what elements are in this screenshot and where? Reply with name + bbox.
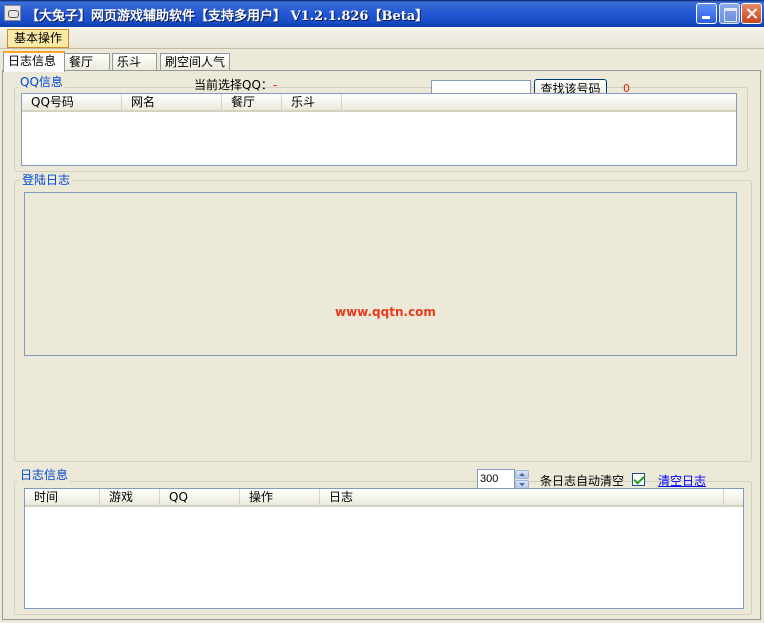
window-title: 【大兔子】网页游戏辅助软件【支持多用户】 V1.2.1.826【Beta】 <box>26 9 429 24</box>
watermark-text: www.qqtn.com <box>335 305 436 319</box>
current-qq-value: - <box>272 78 278 92</box>
app-icon[interactable] <box>4 5 21 21</box>
maximize-button[interactable] <box>719 3 740 24</box>
qq-info-label: QQ信息 <box>18 75 65 89</box>
login-log-area[interactable]: www.qqtn.com <box>24 192 737 356</box>
col-time[interactable]: 时间 <box>25 489 100 507</box>
close-button[interactable] <box>741 3 762 24</box>
auto-clear-label: 条日志自动清空 <box>540 474 625 488</box>
tab-strip: 日志信息 餐厅 乐斗 刷空间人气 <box>0 51 764 72</box>
menu-bar: 基本操作 <box>0 27 764 49</box>
login-log-label: 登陆日志 <box>20 173 73 187</box>
log-limit-spinner[interactable] <box>515 470 529 489</box>
col-restaurant[interactable]: 餐厅 <box>222 94 282 112</box>
spin-up-icon[interactable] <box>515 470 529 479</box>
log-info-label: 日志信息 <box>18 468 71 482</box>
menu-basic-operations[interactable]: 基本操作 <box>7 29 70 48</box>
col-game[interactable]: 游戏 <box>100 489 160 507</box>
log-list-header: 时间 游戏 QQ 操作 日志 <box>25 489 743 507</box>
tab-space-popularity[interactable]: 刷空间人气 <box>160 53 230 71</box>
log-list[interactable]: 时间 游戏 QQ 操作 日志 <box>24 488 744 609</box>
qq-list[interactable]: QQ号码 网名 餐厅 乐斗 <box>21 93 737 166</box>
col-qq[interactable]: QQ <box>160 489 240 507</box>
title-bar[interactable]: 【大兔子】网页游戏辅助软件【支持多用户】 V1.2.1.826【Beta】 <box>0 0 764 27</box>
col-qq-number[interactable]: QQ号码 <box>22 94 122 112</box>
col-operation[interactable]: 操作 <box>240 489 320 507</box>
tab-restaurant[interactable]: 餐厅 <box>64 53 110 71</box>
col-log[interactable]: 日志 <box>320 489 724 507</box>
tab-log-info[interactable]: 日志信息 <box>3 51 65 72</box>
col-ledou[interactable]: 乐斗 <box>282 94 342 112</box>
current-qq-label: 当前选择QQ：- <box>194 78 278 92</box>
col-nickname[interactable]: 网名 <box>122 94 222 112</box>
log-limit-input[interactable] <box>477 469 515 489</box>
tab-ledou[interactable]: 乐斗 <box>112 53 157 71</box>
clear-log-link[interactable]: 清空日志 <box>658 472 706 489</box>
qq-list-header: QQ号码 网名 餐厅 乐斗 <box>22 94 736 112</box>
minimize-button[interactable] <box>696 3 717 24</box>
auto-clear-checkbox[interactable] <box>632 473 645 486</box>
